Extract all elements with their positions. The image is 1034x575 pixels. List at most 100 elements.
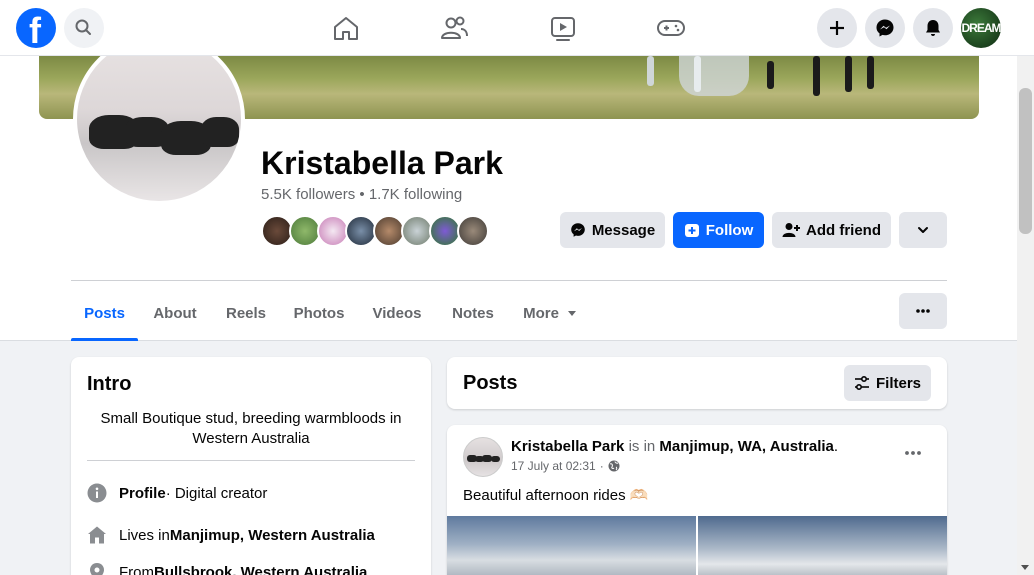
tab-label: Posts [84,304,125,322]
lives-place[interactable]: Manjimup, Western Australia [170,527,375,544]
lives-prefix: Lives in [119,526,170,544]
post-photo[interactable] [698,516,947,575]
cover-horse-leg [845,56,852,92]
home-icon[interactable] [330,12,362,44]
account-avatar[interactable]: DREAM [961,8,1001,48]
bell-icon [926,20,940,36]
search-icon [75,19,91,35]
add-friend-icon [782,223,800,237]
tab-reels[interactable]: Reels [216,285,276,341]
caret-down-icon [567,311,576,316]
cover-horse-leg [647,56,654,86]
watch-icon[interactable] [547,12,579,44]
intro-from-row: From Bullsbrook, Western Australia [87,560,367,575]
chevron-down-icon [918,227,928,233]
profile-name: Kristabella Park [261,145,503,181]
tab-label: Notes [452,304,494,322]
intro-card: Intro Small Boutique stud, breeding warm… [71,357,431,575]
avatar-text: DREAM [961,21,1002,35]
post-options-button[interactable] [899,441,927,465]
post-meta: 17 July at 02:31 · [511,459,620,473]
followers-count[interactable]: 5.5K followers [261,186,355,203]
create-button[interactable] [817,8,857,48]
post-location[interactable]: Manjimup, WA, Australia [659,438,833,455]
friend-avatar[interactable] [457,215,489,247]
intro-bio: Small Boutique stud, breeding warmbloods… [100,410,402,447]
horse-silhouette [201,117,239,147]
message-button[interactable]: Message [560,212,665,248]
page-scrollbar[interactable] [1017,8,1034,575]
post-meta-dot: · [599,459,604,473]
scroll-down-arrow[interactable] [1021,565,1029,570]
filters-button[interactable]: Filters [844,365,931,401]
stats-separator: • [355,186,369,203]
profile-options-button[interactable] [899,293,947,329]
from-place[interactable]: Bullsbrook, Western Australia [154,564,367,575]
posts-header-card: Posts Filters [447,357,947,409]
tab-label: Videos [372,304,422,322]
post-author-avatar[interactable] [463,437,503,477]
cover-horse-body [679,56,749,96]
facebook-logo[interactable]: f [16,8,56,51]
tab-videos[interactable]: Videos [362,285,432,341]
intro-title: Intro [87,373,132,395]
post-card: Kristabella Park is in Manjimup, WA, Aus… [447,425,947,575]
post-author-line: Kristabella Park is in Manjimup, WA, Aus… [511,438,838,455]
tab-photos[interactable]: Photos [284,285,354,341]
cover-horse-leg [867,56,874,89]
from-prefix: From [119,563,154,575]
friends-icon[interactable] [438,12,470,44]
follow-icon [684,224,699,237]
follow-label: Follow [705,221,754,239]
info-icon [87,483,107,503]
tab-more[interactable]: More [514,285,588,341]
friend-avatars [261,215,501,249]
logo-letter: f [29,10,41,51]
cover-horse-leg [767,61,774,89]
post-timestamp[interactable]: 17 July at 02:31 [511,459,596,473]
ellipsis-icon [916,309,930,313]
tab-posts[interactable]: Posts [71,285,138,341]
messenger-icon [571,223,585,237]
intro-divider [87,460,415,461]
profile-label: Profile [119,484,166,502]
filters-label: Filters [875,374,921,392]
globe-icon [608,460,620,472]
intro-lives-row: Lives in Manjimup, Western Australia [87,523,375,547]
intro-profile-row: Profile · Digital creator [87,481,267,505]
top-navigation-bar: f DREAM [0,0,1034,56]
profile-picture[interactable] [73,33,245,205]
tab-label: More [523,304,559,322]
post-period: . [833,438,839,455]
filters-icon [854,376,869,390]
more-actions-button[interactable] [899,212,947,248]
cover-horse-leg [813,56,820,96]
add-friend-button[interactable]: Add friend [772,212,891,248]
follow-button[interactable]: Follow [673,212,764,248]
tab-about[interactable]: About [142,285,208,341]
tab-label: Reels [225,304,267,322]
home-icon [88,526,106,544]
post-photo[interactable] [447,516,696,575]
ellipsis-icon [905,451,921,455]
cover-horse-leg [694,56,701,92]
post-is-in: is in [624,438,660,455]
gaming-icon[interactable] [655,12,687,44]
search-button[interactable] [64,8,104,48]
following-count[interactable]: 1.7K following [369,186,462,203]
plus-icon [830,21,844,35]
notifications-button[interactable] [913,8,953,48]
messenger-icon [876,19,894,37]
tab-label: Photos [293,304,345,322]
post-author-name[interactable]: Kristabella Park [511,438,624,455]
posts-title: Posts [463,372,518,394]
tab-label: About [153,304,197,322]
scrollbar-thumb[interactable] [1019,88,1032,234]
add-friend-label: Add friend [806,221,881,239]
tab-notes[interactable]: Notes [440,285,506,341]
profile-type: · Digital creator [165,484,268,502]
post-text: Beautiful afternoon rides 🫶🏻 [463,487,649,504]
location-pin-icon [90,563,104,575]
follow-stats: 5.5K followers • 1.7K following [261,186,462,203]
messenger-button[interactable] [865,8,905,48]
